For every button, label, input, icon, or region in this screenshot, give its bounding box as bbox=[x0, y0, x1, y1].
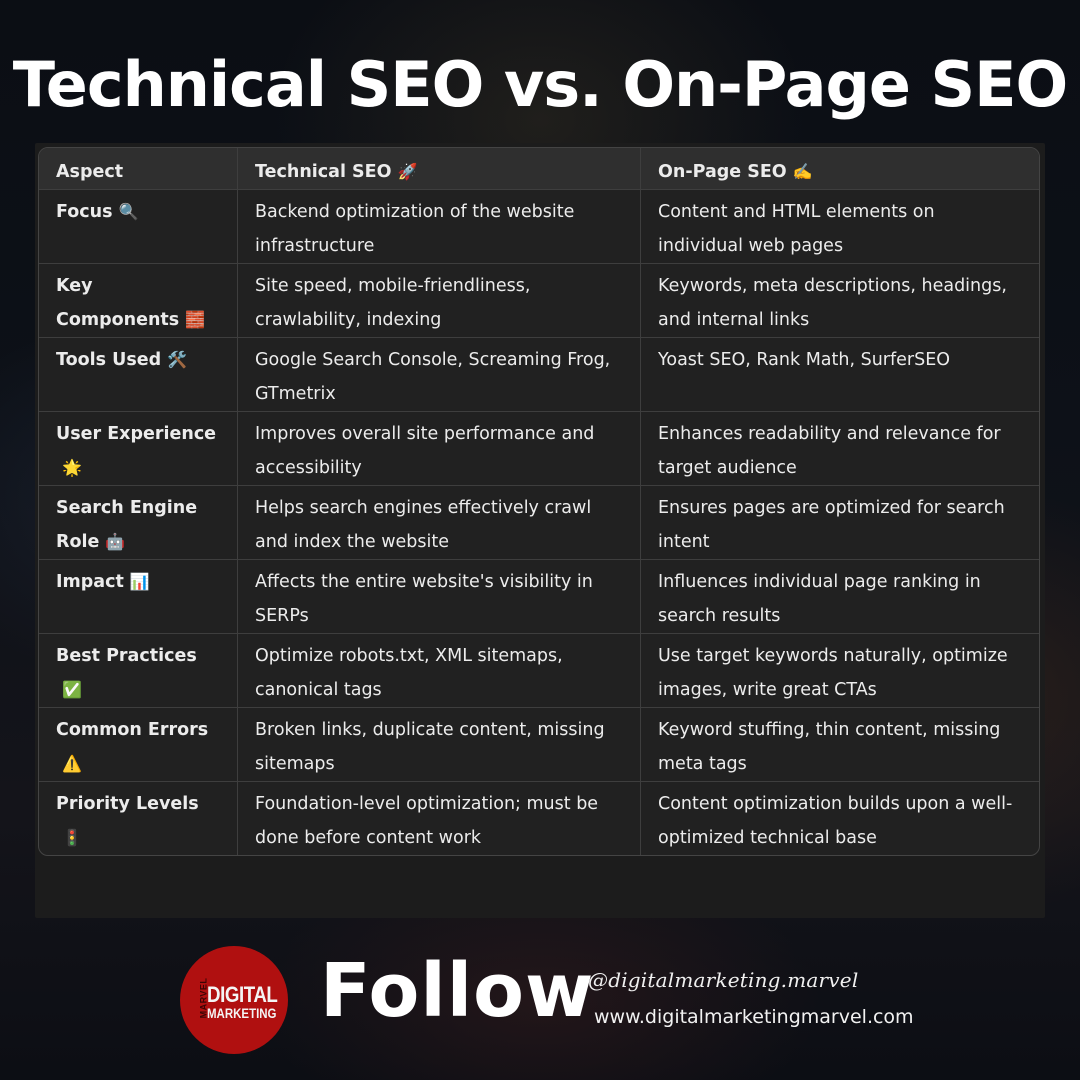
table-row: Impact 📊 Affects the entire website's visi… bbox=[39, 560, 1039, 634]
aspect-label: Best Practices bbox=[56, 646, 197, 666]
logo-line-1: DIGITAL bbox=[207, 982, 278, 1007]
follow-label: Follow bbox=[320, 948, 595, 1034]
cell-on-page-seo: Yoast SEO, Rank Math, SurferSEO bbox=[641, 338, 1039, 412]
cell-on-page-seo: Keyword stuffing, thin content, missing … bbox=[641, 708, 1039, 782]
table-row: Key Components 🧱 Site speed, mobile-friend… bbox=[39, 264, 1039, 338]
cell-technical-seo: Google Search Console, Screaming Frog, G… bbox=[238, 338, 641, 412]
table-row: Tools Used 🛠️ Google Search Console, Screa… bbox=[39, 338, 1039, 412]
star-icon: 🌟 bbox=[62, 458, 82, 477]
cell-technical-seo: Broken links, duplicate content, missing… bbox=[238, 708, 641, 782]
cell-technical-seo: Optimize robots.txt, XML sitemaps, canon… bbox=[238, 634, 641, 708]
cell-aspect: Common Errors ⚠️ bbox=[39, 708, 238, 782]
table-header-row: Aspect Technical SEO 🚀 On-Page SEO ✍️ bbox=[39, 148, 1039, 190]
header-on-page-seo: On-Page SEO ✍️ bbox=[641, 148, 1039, 190]
aspect-label: Common Errors bbox=[56, 720, 209, 740]
cell-aspect: Key Components 🧱 bbox=[39, 264, 238, 338]
cell-aspect: Tools Used 🛠️ bbox=[39, 338, 238, 412]
cell-on-page-seo: Content optimization builds upon a well-… bbox=[658, 794, 1013, 848]
traffic-light-icon: 🚦 bbox=[62, 828, 82, 847]
cell-technical-seo: Site speed, mobile-friendliness, crawlab… bbox=[238, 264, 641, 338]
warning-icon: ⚠️ bbox=[62, 754, 82, 773]
aspect-label: User Experience bbox=[56, 424, 217, 444]
tools-icon: 🛠️ bbox=[167, 350, 188, 369]
logo-line-2: MARKETING bbox=[207, 1006, 277, 1021]
aspect-label: Focus bbox=[56, 202, 113, 222]
website-link[interactable]: www.digitalmarketingmarvel.com bbox=[594, 1006, 914, 1028]
magnifier-icon: 🔍 bbox=[118, 202, 139, 221]
aspect-label: Priority Levels bbox=[56, 794, 199, 814]
table-row: Common Errors ⚠️ Broken links, duplicate c… bbox=[39, 708, 1039, 782]
brick-icon: 🧱 bbox=[185, 310, 206, 329]
comparison-table: Aspect Technical SEO 🚀 On-Page SEO ✍️ Focu… bbox=[38, 147, 1040, 856]
cell-on-page-seo: Use target keywords naturally, optimize … bbox=[641, 634, 1039, 708]
cell-on-page-seo: Enhances readability and relevance for t… bbox=[641, 412, 1039, 486]
aspect-label: Tools Used bbox=[56, 350, 162, 370]
cell-technical-seo: Helps search engines effectively crawl a… bbox=[238, 486, 641, 560]
aspect-label: Impact bbox=[56, 572, 124, 592]
cell-technical-seo: Backend optimization of the website infr… bbox=[238, 190, 641, 264]
cell-technical-seo: Foundation-level optimization; must be d… bbox=[238, 782, 641, 855]
cell-aspect: Search Engine Role 🤖 bbox=[39, 486, 238, 560]
table-row: Search Engine Role 🤖 Helps search engines … bbox=[39, 486, 1039, 560]
table-row: Best Practices ✅ Optimize robots.txt, XML … bbox=[39, 634, 1039, 708]
cell-aspect: Focus 🔍 bbox=[39, 190, 238, 264]
bar-chart-icon: 📊 bbox=[129, 572, 150, 591]
header-technical-seo: Technical SEO 🚀 bbox=[238, 148, 641, 190]
cell-aspect: User Experience 🌟 bbox=[39, 412, 238, 486]
cell-technical-seo: Affects the entire website's visibility … bbox=[238, 560, 641, 634]
footer: MARVEL DIGITAL MARKETING Follow @digital… bbox=[0, 940, 1080, 1060]
cell-technical-seo: Improves overall site performance and ac… bbox=[238, 412, 641, 486]
social-handle[interactable]: @digitalmarketing.marvel bbox=[588, 968, 858, 992]
table-row: Focus 🔍 Backend optimization of the websit… bbox=[39, 190, 1039, 264]
aspect-label: Search Engine Role bbox=[56, 498, 198, 552]
robot-icon: 🤖 bbox=[105, 532, 126, 551]
aspect-label: Key Components bbox=[56, 276, 180, 330]
rocket-icon: 🚀 bbox=[397, 162, 418, 181]
table-row: User Experience 🌟 Improves overall site pe… bbox=[39, 412, 1039, 486]
page-title: Technical SEO vs. On-Page SEO bbox=[12, 48, 1069, 121]
writing-hand-icon: ✍️ bbox=[792, 162, 813, 181]
cell-on-page-seo: Content and HTML elements on individual … bbox=[641, 190, 1039, 264]
cell-on-page-seo: Ensures pages are optimized for search i… bbox=[641, 486, 1039, 560]
check-mark-icon: ✅ bbox=[62, 680, 82, 699]
cell-on-page-seo: Keywords, meta descriptions, headings, a… bbox=[641, 264, 1039, 338]
cell-aspect: Priority Levels 🚦 bbox=[39, 782, 238, 855]
table-row: Priority Levels 🚦 Foundation-level optimiz… bbox=[39, 782, 1039, 855]
brand-logo[interactable]: MARVEL DIGITAL MARKETING bbox=[180, 946, 288, 1054]
header-aspect: Aspect bbox=[39, 148, 238, 190]
cell-on-page-seo: Influences individual page ranking in se… bbox=[641, 560, 1039, 634]
cell-aspect: Best Practices ✅ bbox=[39, 634, 238, 708]
cell-aspect: Impact 📊 bbox=[39, 560, 238, 634]
